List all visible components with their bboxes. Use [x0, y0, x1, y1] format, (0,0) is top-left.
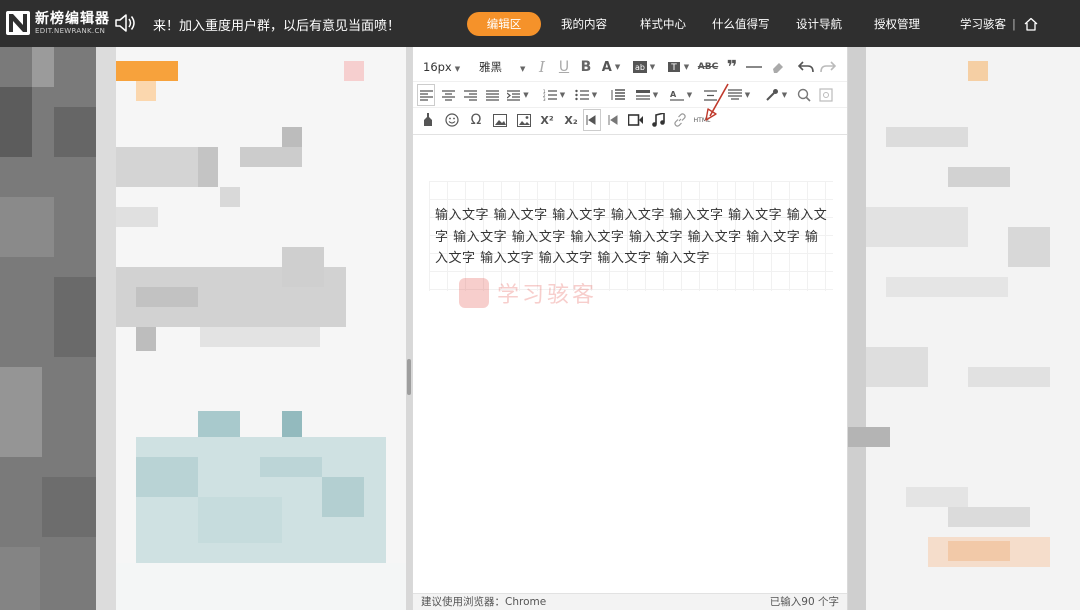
align-justify-icon[interactable]	[483, 84, 501, 106]
watermark-logo-icon	[459, 278, 489, 308]
smiley-icon[interactable]	[443, 109, 461, 131]
char-count: 已输入90 个字	[769, 596, 839, 608]
align-center-icon[interactable]	[439, 84, 457, 106]
format-painter-icon[interactable]: ▼	[763, 84, 789, 106]
nav-separator: |	[1012, 17, 1016, 31]
nav-authorization[interactable]: 授权管理	[874, 12, 920, 36]
font-size-value: 16px	[423, 60, 452, 74]
announcement-link[interactable]: 来！加入重度用户群，以后有意见当面喷！	[153, 15, 400, 34]
video-icon[interactable]	[627, 109, 645, 131]
watermark-text: 学习骇客	[497, 283, 598, 308]
background-color-icon[interactable]: ab ▼	[631, 56, 657, 78]
redo-icon[interactable]	[819, 56, 837, 78]
font-size-select[interactable]: 16px ▼	[423, 56, 460, 78]
subscript-icon[interactable]: X₂	[561, 109, 581, 131]
horizontal-rule-icon[interactable]	[745, 56, 763, 78]
superscript-icon[interactable]: X²	[537, 109, 557, 131]
speaker-icon	[113, 12, 137, 34]
paragraph-spacing-icon[interactable]: ▼	[633, 84, 661, 106]
emoji-icon[interactable]	[419, 109, 437, 131]
special-char-icon[interactable]: Ω	[467, 109, 485, 131]
multi-image-icon[interactable]	[515, 109, 533, 131]
text-format-icon[interactable]: T ▼	[665, 56, 691, 78]
newrank-logo-icon[interactable]	[6, 11, 30, 35]
svg-text:A: A	[670, 90, 677, 99]
svg-text:ab: ab	[635, 63, 645, 72]
italic-icon[interactable]: I	[533, 56, 551, 78]
rtl-icon[interactable]	[583, 109, 601, 131]
align-right-icon[interactable]	[461, 84, 479, 106]
preview-icon[interactable]	[817, 84, 835, 106]
font-family-select[interactable]: 雅黑 ▼	[479, 56, 525, 78]
image-icon[interactable]	[491, 109, 509, 131]
ltr-icon[interactable]	[605, 109, 623, 131]
browser-hint: 建议使用浏览器：Chrome	[421, 596, 547, 608]
nav-worth-writing[interactable]: 什么值得写	[712, 12, 770, 36]
align-left-icon[interactable]	[417, 84, 435, 106]
annotation-arrow-icon	[705, 83, 729, 121]
strikethrough-icon[interactable]: ABC	[697, 56, 719, 78]
editor-toolbar: 16px ▼ 雅黑 ▼ I U B A ▼ ab ▼ T ▼ ABC ❞ ▼ 1 2 3 ▼ ▼	[413, 47, 847, 135]
nav-editor[interactable]: 编辑区	[467, 12, 541, 36]
search-replace-icon[interactable]	[795, 84, 813, 106]
home-icon[interactable]	[1023, 16, 1039, 32]
line-height-icon[interactable]	[607, 84, 629, 106]
svg-text:3: 3	[543, 97, 546, 101]
font-family-value: 雅黑	[479, 60, 502, 74]
eraser-icon[interactable]	[769, 56, 787, 78]
letter-spacing-icon[interactable]: A ▼	[667, 84, 695, 106]
bold-icon[interactable]: B	[577, 56, 595, 78]
svg-text:T: T	[670, 63, 677, 73]
nav-style-center[interactable]: 样式中心	[640, 12, 686, 36]
style-library-panel-blurred	[0, 47, 406, 610]
undo-icon[interactable]	[797, 56, 815, 78]
editor-body-text[interactable]: 输入文字 输入文字 输入文字 输入文字 输入文字 输入文字 输入文字 输入文字 …	[435, 205, 831, 270]
editor-content-area[interactable]: 输入文字 输入文字 输入文字 输入文字 输入文字 输入文字 输入文字 输入文字 …	[413, 135, 847, 593]
ordered-list-icon[interactable]: 1 2 3 ▼	[541, 84, 567, 106]
editor-status-bar: 建议使用浏览器：Chrome 已输入90 个字	[413, 593, 847, 610]
music-icon[interactable]	[649, 109, 667, 131]
logo-subtitle: EDIT.NEWRANK.CN	[35, 27, 106, 35]
nav-user-account[interactable]: 学习骇客	[960, 12, 1006, 36]
quote-icon[interactable]: ❞	[723, 56, 741, 78]
preview-panel-blurred	[848, 47, 1080, 610]
logo-title[interactable]: 新榜编辑器	[35, 8, 110, 28]
watermark: 学习骇客	[459, 277, 597, 309]
link-icon[interactable]	[671, 109, 689, 131]
indent-icon[interactable]: ▼	[505, 84, 531, 106]
rich-text-editor: 16px ▼ 雅黑 ▼ I U B A ▼ ab ▼ T ▼ ABC ❞ ▼ 1 2 3 ▼ ▼	[412, 47, 848, 610]
top-bar: 新榜编辑器 EDIT.NEWRANK.CN 来！加入重度用户群，以后有意见当面喷…	[0, 0, 1080, 47]
underline-icon[interactable]: U	[555, 56, 573, 78]
font-color-icon[interactable]: A ▼	[599, 56, 623, 78]
unordered-list-icon[interactable]: ▼	[573, 84, 599, 106]
nav-design-guide[interactable]: 设计导航	[796, 12, 842, 36]
nav-my-content[interactable]: 我的内容	[561, 12, 607, 36]
